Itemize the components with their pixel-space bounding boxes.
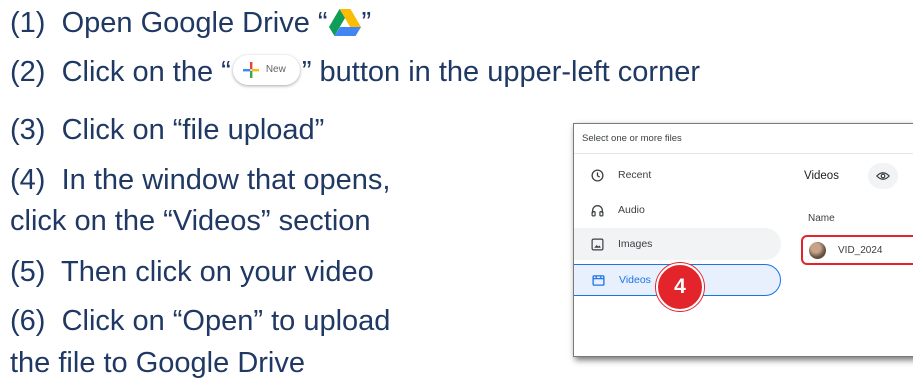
step-5-text: Then click on your video xyxy=(61,256,374,288)
image-icon xyxy=(591,238,604,250)
nav-item-label: Audio xyxy=(618,204,645,216)
nav-item-recent[interactable]: Recent xyxy=(574,159,781,191)
step-4: (4) In the window that opens, xyxy=(10,166,390,195)
google-drive-icon xyxy=(328,9,361,37)
step-6-continued: the file to Google Drive xyxy=(10,347,305,379)
new-button[interactable]: New xyxy=(232,55,300,86)
file-picker-dialog: Select one or more files Recent Audio Im… xyxy=(573,123,913,357)
step-1-text-end: ” xyxy=(361,7,372,39)
nav-item-label: Videos xyxy=(619,274,651,286)
step-1-number: (1) xyxy=(10,7,46,39)
column-header-name[interactable]: Name xyxy=(808,213,835,224)
step-4-continued: click on the “Videos” section xyxy=(10,205,371,237)
step-2-text-end: ” button in the upper-left corner xyxy=(301,56,700,88)
step-1: (1) Open Google Drive “ ” xyxy=(10,9,371,38)
step-3-text: Click on “file upload” xyxy=(61,114,325,146)
clock-icon xyxy=(591,168,604,182)
plus-icon xyxy=(242,62,259,79)
new-button-label: New xyxy=(265,64,286,76)
nav-item-label: Recent xyxy=(618,169,652,181)
file-row-video[interactable]: VID_2024 xyxy=(801,235,913,265)
step-2-text: Click on the “ xyxy=(61,56,231,88)
step-5: (5) Then click on your video xyxy=(10,258,374,287)
dialog-title: Select one or more files xyxy=(574,124,913,154)
nav-item-label: Images xyxy=(618,238,653,250)
step-6-text: Click on “Open” to upload xyxy=(61,305,391,337)
eye-icon xyxy=(876,172,890,180)
film-icon xyxy=(592,274,605,286)
step-5-number: (5) xyxy=(10,256,46,288)
step-2: (2) Click on the “ New ” button in the up… xyxy=(10,55,700,88)
step-4-text: In the window that opens, xyxy=(61,164,391,196)
nav-item-images[interactable]: Images xyxy=(574,228,781,260)
headphones-icon xyxy=(591,204,604,216)
nav-item-audio[interactable]: Audio xyxy=(574,194,781,226)
view-toggle[interactable] xyxy=(868,163,898,189)
file-name: VID_2024 xyxy=(838,244,883,256)
step-6: (6) Click on “Open” to upload xyxy=(10,307,390,336)
step-3-number: (3) xyxy=(10,114,46,146)
step-3: (3) Click on “file upload” xyxy=(10,116,324,145)
step-1-text: Open Google Drive “ xyxy=(61,7,328,39)
panel-title: Videos xyxy=(804,170,839,182)
video-thumbnail xyxy=(809,241,826,259)
step-4-number: (4) xyxy=(10,164,46,196)
step-2-number: (2) xyxy=(10,56,46,88)
step-badge: 4 xyxy=(656,263,704,311)
step-6-number: (6) xyxy=(10,305,46,337)
